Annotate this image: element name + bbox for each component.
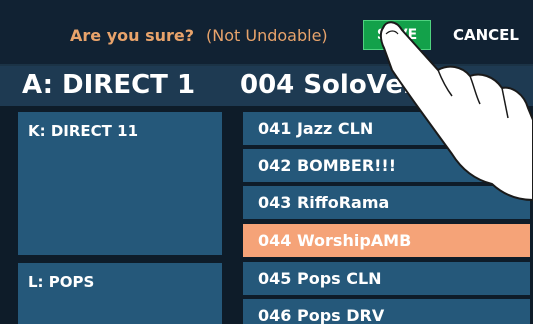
pointing-hand-icon xyxy=(379,21,533,201)
patch-save-screen: Are you sure? (Not Undoable) SAVE CANCEL… xyxy=(0,0,533,324)
